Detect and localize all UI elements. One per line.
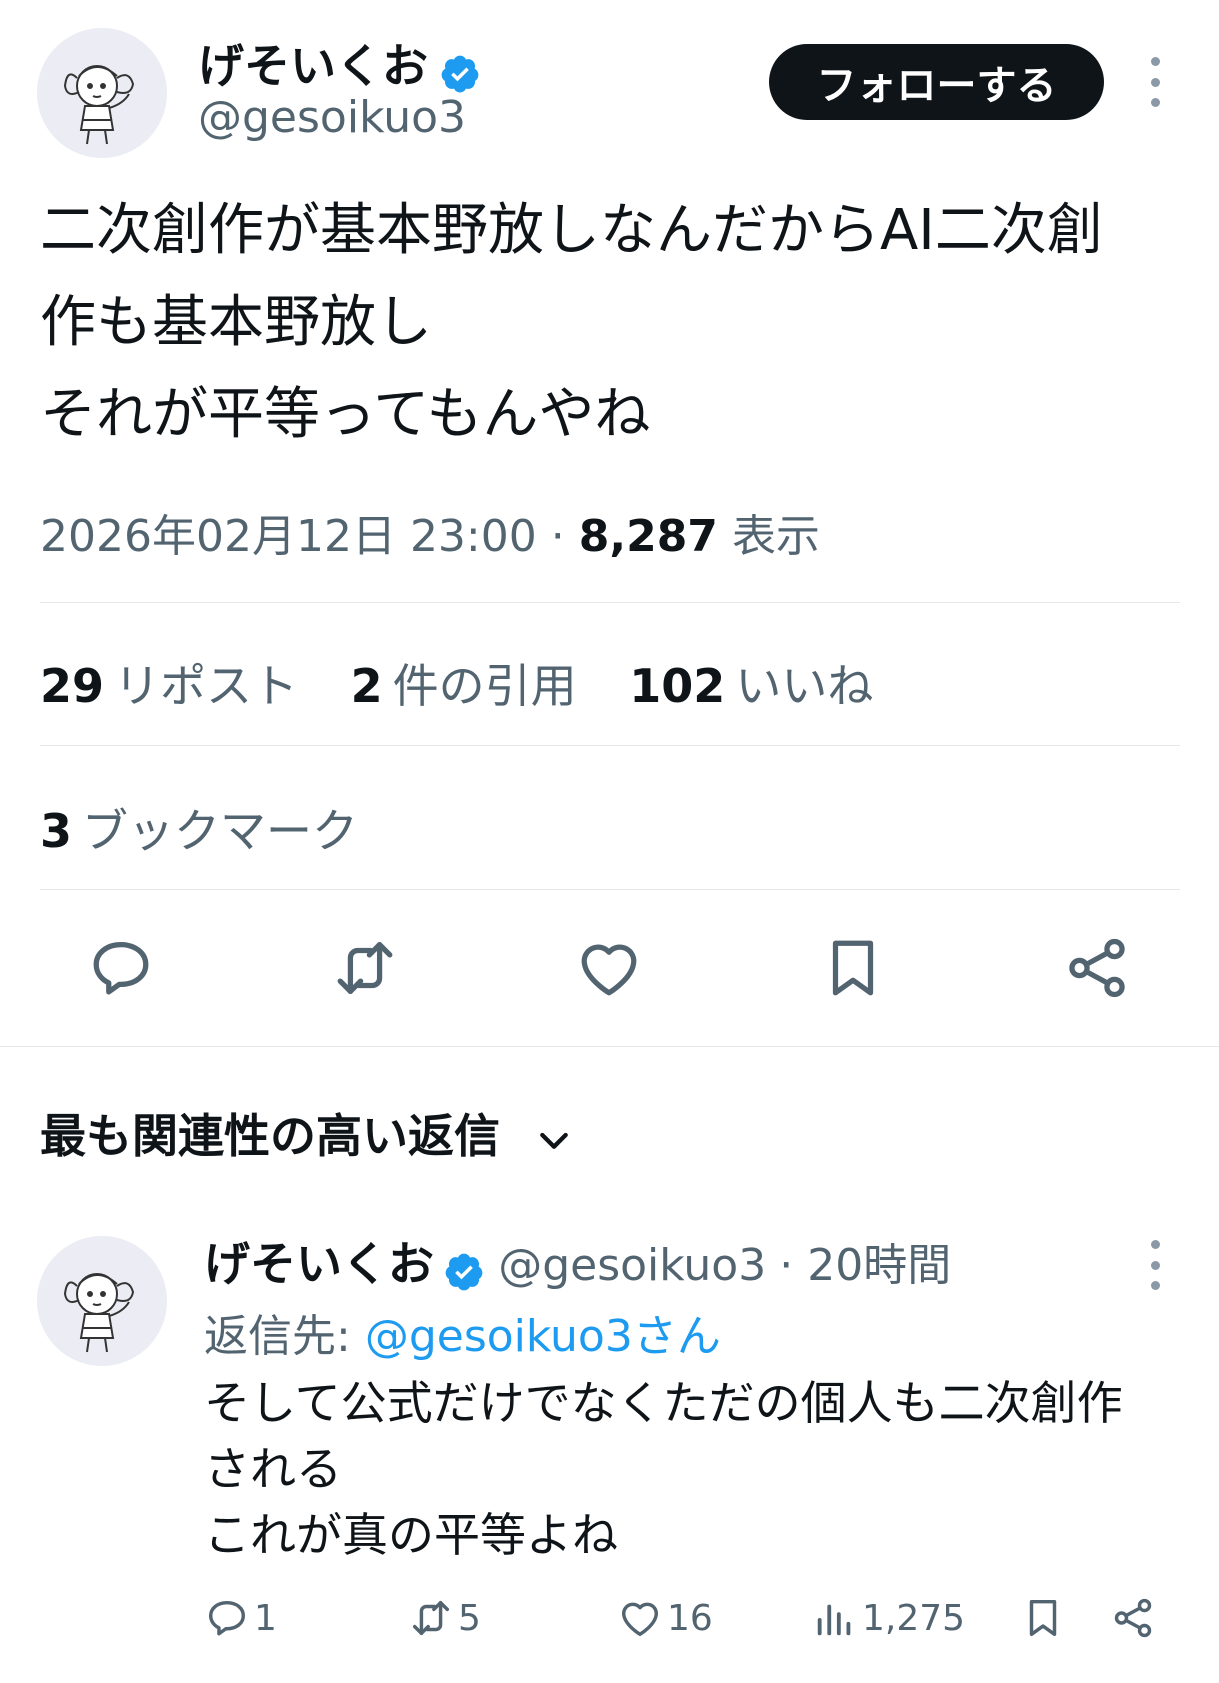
reply-author-name[interactable]: げそいくお <box>204 1237 434 1291</box>
reply-repost-button[interactable]: 5 <box>408 1590 481 1646</box>
bookmarks-count: 3 <box>40 804 73 858</box>
share-icon[interactable] <box>1062 933 1132 1003</box>
author-name-row[interactable]: げそいくお <box>198 30 481 96</box>
reply-text-line: これが真の平等よね <box>204 1508 618 1562</box>
author-handle[interactable]: @gesoikuo3 <box>198 92 466 143</box>
analytics-icon <box>817 1604 851 1636</box>
reply-text-line: そして公式だけでなくただの個人も二次創作 <box>204 1376 1123 1430</box>
reply-to-line: 返信先: @gesoikuo3さん <box>204 1300 721 1364</box>
reply-icon <box>208 1600 246 1636</box>
chevron-down-icon <box>540 1132 568 1149</box>
reply-author-avatar[interactable] <box>37 1236 167 1366</box>
quotes-label: 件の引用 <box>392 659 577 713</box>
reply-text: そして公式だけでなくただの個人も二次創作 される これが真の平等よね <box>204 1370 1123 1568</box>
reposts-count: 29 <box>40 659 105 713</box>
section-divider <box>0 1046 1219 1047</box>
reposts-label: リポスト <box>114 659 299 713</box>
reply-like-button[interactable]: 16 <box>617 1590 713 1646</box>
tweet-stats: 29 リポスト 2 件の引用 102 いいね <box>40 650 911 716</box>
meta-separator: · <box>550 511 565 562</box>
reply-reply-button[interactable]: 1 <box>204 1590 277 1646</box>
divider <box>40 745 1180 746</box>
share-icon <box>1114 1598 1152 1638</box>
verified-badge-icon <box>441 55 479 92</box>
replies-sort-dropdown[interactable]: 最も関連性の高い返信 <box>40 1100 574 1166</box>
reply-author-handle[interactable]: @gesoikuo3 <box>498 1240 766 1291</box>
repost-icon[interactable] <box>330 933 400 1003</box>
author-name[interactable]: げそいくお <box>198 39 428 93</box>
bookmarks-stat[interactable]: 3 ブックマーク <box>40 795 358 861</box>
tweet-text-line: それが平等ってもんやね <box>40 382 651 447</box>
tweet-meta: 2026年02月12日 23:00 · 8,287 表示 <box>40 500 820 564</box>
follow-button[interactable]: フォローする <box>769 44 1104 120</box>
bookmark-icon[interactable] <box>818 933 888 1003</box>
anime-character-avatar-icon <box>37 28 167 158</box>
quotes-count: 2 <box>350 659 383 713</box>
replies-sort-label: 最も関連性の高い返信 <box>40 1109 500 1163</box>
likes-count: 102 <box>629 659 726 713</box>
reply-header: げそいくお @gesoikuo3 · 20時間 <box>204 1228 951 1294</box>
author-avatar[interactable] <box>37 28 167 158</box>
like-icon <box>621 1602 659 1637</box>
repost-count: 5 <box>458 1597 481 1639</box>
reply-to-handle-link[interactable]: @gesoikuo3さん <box>365 1311 721 1362</box>
reply-views-button[interactable]: 1,275 <box>812 1590 965 1646</box>
tweet-text-line: 作も基本野放し <box>40 290 432 355</box>
reply-share-button[interactable] <box>1110 1590 1160 1646</box>
reply-more-options-icon[interactable] <box>1145 1240 1165 1290</box>
likes-stat[interactable]: 102 いいね <box>629 650 873 716</box>
tweet-text-line: 二次創作が基本野放しなんだからAI二次創 <box>40 198 1103 263</box>
reply-bookmark-button[interactable] <box>1020 1590 1070 1646</box>
views-count: 8,287 <box>578 511 718 562</box>
reply-to-label: 返信先: <box>204 1311 351 1362</box>
anime-character-avatar-icon <box>37 1236 167 1366</box>
quotes-stat[interactable]: 2 件の引用 <box>351 650 577 716</box>
bookmarks-label: ブックマーク <box>82 804 359 858</box>
views-label: 表示 <box>731 511 820 562</box>
tweet-text: 二次創作が基本野放しなんだからAI二次創 作も基本野放し それが平等ってもんやね <box>40 185 1180 461</box>
reposts-stat[interactable]: 29 リポスト <box>40 650 298 716</box>
bookmark-icon <box>1029 1599 1057 1637</box>
reply-time[interactable]: · 20時間 <box>779 1240 951 1291</box>
view-count: 1,275 <box>862 1597 966 1639</box>
reply-icon[interactable] <box>86 933 156 1003</box>
reply-text-line: される <box>204 1442 342 1496</box>
like-count: 16 <box>667 1597 713 1639</box>
reply-count: 1 <box>254 1597 277 1639</box>
likes-label: いいね <box>735 659 874 713</box>
divider <box>40 602 1180 603</box>
like-icon[interactable] <box>574 933 644 1003</box>
more-options-icon[interactable] <box>1145 57 1165 107</box>
verified-badge-icon <box>445 1253 483 1290</box>
repost-icon <box>412 1600 450 1636</box>
divider <box>40 889 1180 890</box>
tweet-timestamp[interactable]: 2026年02月12日 23:00 <box>40 511 537 562</box>
